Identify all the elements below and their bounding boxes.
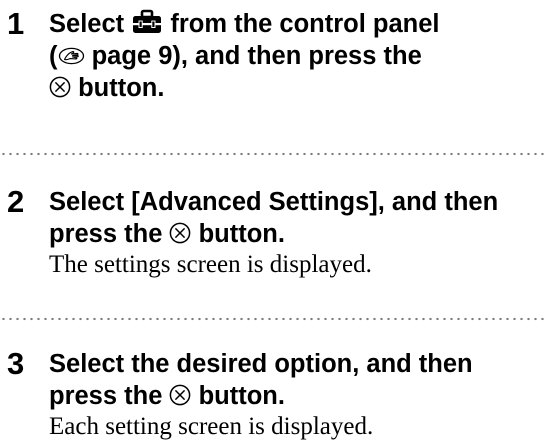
instruction-text: press the <box>49 382 163 410</box>
step-body: Select the desired option, and then pres… <box>49 348 544 442</box>
step-number: 2 <box>7 184 25 219</box>
page-reference-icon <box>58 41 85 65</box>
instruction-line: press the button. <box>49 218 544 250</box>
step-number: 1 <box>7 6 25 41</box>
instruction-text: from the control panel <box>170 10 440 38</box>
instruction-line: press the button. <box>49 380 544 412</box>
instruction-text: button. <box>198 382 285 410</box>
result-text: Each setting screen is displayed. <box>49 413 374 440</box>
instruction-text: button. <box>78 74 165 102</box>
dotted-divider <box>0 317 548 321</box>
step-body: Select [Advanced Settings], and then pre… <box>49 186 544 280</box>
circle-x-button-icon <box>49 74 71 98</box>
instruction-text: Select <box>49 10 125 38</box>
circle-x-button-icon <box>169 382 191 406</box>
toolbox-icon <box>131 9 163 35</box>
step-body: Select from the control panel ( page 9),… <box>49 8 544 104</box>
dotted-divider <box>0 152 548 156</box>
instruction-text: ( <box>49 42 58 70</box>
instruction-text: page 9), and then press the <box>91 42 422 70</box>
result-text: The settings screen is displayed. <box>49 251 372 278</box>
instruction-line: Select [Advanced Settings], and then <box>49 188 499 216</box>
circle-x-button-icon <box>169 220 191 244</box>
instruction-line: Select from the control panel <box>49 8 544 40</box>
instruction-text: button. <box>198 220 285 248</box>
instruction-line: ( page 9), and then press the <box>49 40 544 72</box>
step-number: 3 <box>7 346 25 381</box>
instruction-text: press the <box>49 220 163 248</box>
instruction-line: Select the desired option, and then <box>49 350 473 378</box>
instruction-line: button. <box>49 72 544 104</box>
